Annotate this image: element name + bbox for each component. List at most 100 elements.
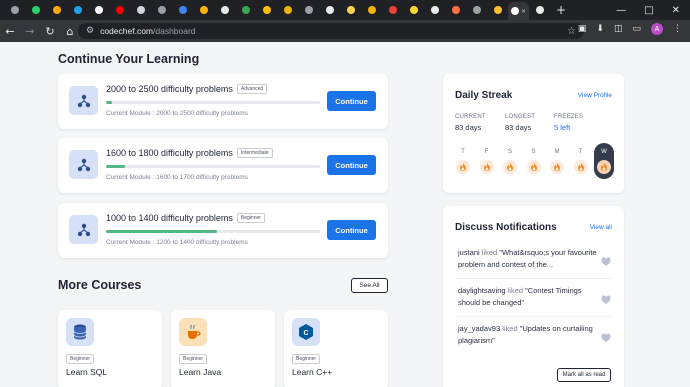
minimize-icon[interactable]: — [616,5,626,16]
browser-tab[interactable] [4,2,25,18]
tab-favicon-icon [510,7,519,15]
notification-item[interactable]: daylightsaving liked "Contest Timings sh… [458,285,600,309]
daily-streak-card: Daily Streak View Profile CURRENT 83 day… [443,74,624,193]
profile-avatar[interactable]: A [651,23,663,35]
notification-action: liked [505,286,526,295]
reload-icon[interactable]: ↻ [40,25,60,38]
notification-item[interactable]: justani liked "What&rsquo;s your favouri… [458,247,600,271]
course-name: Learn SQL [66,367,108,377]
flame-icon [597,160,611,174]
browser-tab[interactable] [529,2,550,18]
learning-path-icon [69,150,98,179]
tab-favicon-icon [31,6,40,14]
current-module: Current Module : 1200 to 1400 difficulty… [106,239,248,246]
close-tab-icon[interactable]: ✕ [521,8,526,15]
downloads-icon[interactable]: ⬇ [596,24,604,34]
streak-day: S [524,147,544,174]
back-icon[interactable]: ← [0,25,20,38]
tab-favicon-icon [388,6,397,14]
browser-tab[interactable] [88,2,109,18]
browser-tab[interactable] [277,2,298,18]
learning-path-title: 2000 to 2500 difficulty problems Advanced [106,84,268,94]
browser-menu-icon[interactable]: ⋮ [673,24,682,34]
current-streak: CURRENT 83 days [455,114,486,132]
notification-user[interactable]: daylightsaving [458,286,506,295]
tab-favicon-icon [262,6,271,14]
browser-tab[interactable] [256,2,277,18]
browser-tab[interactable]: ✕ [508,2,529,20]
course-card-cpp[interactable]: C Beginner Learn C++ [284,310,388,387]
difficulty-badge: Intermediate [236,148,273,158]
notification-action: liked [500,324,520,333]
browser-tab[interactable] [298,2,319,18]
browser-tab[interactable] [172,2,193,18]
course-card-sql[interactable]: Beginner Learn SQL [58,310,162,387]
new-tab-button[interactable]: + [556,3,566,17]
toolbar-actions: ▣ ⬇ ◫ ▭ A ⋮ [578,23,682,35]
forward-icon[interactable]: → [20,25,40,38]
see-all-courses-button[interactable]: See All [351,278,388,293]
progress-bar [106,230,320,233]
browser-tab[interactable] [25,2,46,18]
database-icon [66,318,94,346]
browser-tab[interactable] [445,2,466,18]
streak-day: W [594,143,614,179]
like-heart-icon [601,330,611,342]
learning-path-icon [69,215,98,244]
flame-icon [526,160,541,174]
difficulty-badge: Advanced [236,84,268,94]
continue-button[interactable]: Continue [327,220,376,240]
day-label: M [554,149,560,155]
close-window-icon[interactable]: ✕ [672,5,680,16]
learning-path-name: 2000 to 2500 difficulty problems [106,84,233,94]
browser-tab[interactable] [382,2,403,18]
tab-favicon-icon [241,6,250,14]
like-heart-icon [601,292,611,304]
notification-user[interactable]: justani [458,248,480,257]
browser-tab[interactable] [151,2,172,18]
browser-tab[interactable] [361,2,382,18]
view-profile-link[interactable]: View Profile [578,92,612,99]
flame-icon [456,160,470,174]
flame-icon [479,160,494,174]
browser-tab[interactable] [193,2,214,18]
browser-tab[interactable] [487,2,508,18]
streak-freezes: FREEZES 5 left [554,114,583,132]
view-all-notifications-link[interactable]: View all [590,224,612,231]
side-panel-icon[interactable]: ◫ [614,24,623,34]
browser-tab[interactable] [319,2,340,18]
maximize-icon[interactable]: □ [644,5,653,16]
browser-tab[interactable] [424,2,445,18]
tab-favicon-icon [10,6,19,14]
tab-favicon-icon [136,6,145,14]
continue-button[interactable]: Continue [327,155,376,175]
browser-tab[interactable] [235,2,256,18]
browser-tab[interactable] [46,2,67,18]
continue-button[interactable]: Continue [327,91,376,111]
site-info-icon[interactable]: ⚙ [86,26,94,36]
browser-tab[interactable] [403,2,424,18]
current-value: 83 days [455,123,482,132]
notification-item[interactable]: jay_yadav93 liked "Updates on curtailing… [458,323,600,347]
browser-tab[interactable] [109,2,130,18]
tab-favicon-icon [157,6,166,14]
home-icon[interactable]: ⌂ [60,25,80,38]
notification-divider [455,278,612,279]
tab-favicon-icon [220,6,229,14]
address-bar[interactable]: ⚙ codechef.com/dashboard ☆ [78,23,584,39]
tab-search-icon[interactable]: ▭ [632,24,641,34]
course-card-java[interactable]: Beginner Learn Java [171,310,275,387]
browser-tab[interactable] [130,2,151,18]
mark-all-read-button[interactable]: Mark all as read [557,368,611,382]
like-heart-icon [601,254,611,266]
bookmark-star-icon[interactable]: ☆ [567,26,576,37]
extensions-icon[interactable]: ▣ [578,24,587,34]
browser-tab[interactable] [214,2,235,18]
tab-favicon-icon [325,6,334,14]
progress-bar [106,165,320,168]
browser-tab[interactable] [67,2,88,18]
browser-tab[interactable] [466,2,487,18]
browser-tab[interactable] [340,2,361,18]
freezes-value[interactable]: 5 left [554,123,583,132]
notification-user[interactable]: jay_yadav93 [458,324,500,333]
